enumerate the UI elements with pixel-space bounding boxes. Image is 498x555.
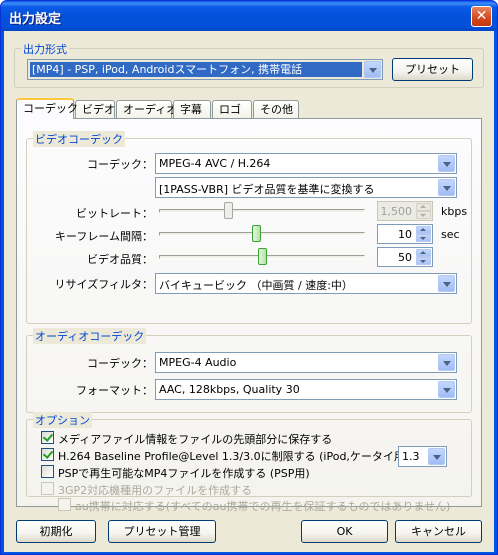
tab-subtitles[interactable]: 字幕 bbox=[173, 100, 211, 118]
chevron-down-icon[interactable] bbox=[364, 61, 381, 78]
audio-codec-select[interactable]: MPEG-4 Audio bbox=[155, 352, 457, 373]
initialize-button[interactable]: 初期化 bbox=[16, 520, 96, 543]
video-codec-label: コーデック： bbox=[87, 158, 153, 171]
dialog-window: 出力設定 ✕ 出力形式 [MP4] - PSP, iPod, Androidスマ… bbox=[0, 0, 498, 555]
audio-codec-group: オーディオコーデック コーデック： MPEG-4 Audio フォーマット： A… bbox=[26, 328, 472, 413]
codec-tab-panel: ビデオコーデック コーデック： MPEG-4 AVC / H.264 [1PAS… bbox=[16, 118, 482, 513]
output-format-value: [MP4] - PSP, iPod, Androidスマートフォン, 携帯電話 bbox=[30, 62, 362, 77]
quality-label: ビデオ品質： bbox=[87, 253, 153, 266]
quality-slider-thumb[interactable] bbox=[257, 248, 267, 265]
keyframe-unit: sec bbox=[441, 228, 460, 241]
video-codec-group: ビデオコーデック コーデック： MPEG-4 AVC / H.264 [1PAS… bbox=[26, 131, 472, 324]
audio-codec-label: コーデック： bbox=[87, 357, 153, 370]
encode-mode-value: [1PASS-VBR] ビデオ品質を基準に変換する bbox=[159, 183, 375, 196]
video-codec-title: ビデオコーデック bbox=[33, 131, 125, 147]
tab-logo[interactable]: ロゴ bbox=[212, 100, 252, 118]
chevron-down-icon[interactable] bbox=[438, 354, 455, 371]
tab-codec[interactable]: コーデック bbox=[16, 98, 78, 119]
resize-filter-select[interactable]: バイキュービック （中画質 / 速度:中） bbox=[155, 273, 457, 294]
close-button[interactable]: ✕ bbox=[471, 6, 492, 27]
cancel-button[interactable]: キャンセル bbox=[395, 520, 482, 543]
video-codec-select[interactable]: MPEG-4 AVC / H.264 bbox=[155, 153, 457, 174]
output-format-title: 出力形式 bbox=[21, 41, 69, 57]
tab-other[interactable]: その他 bbox=[253, 100, 299, 118]
bitrate-spinner[interactable]: 1,500 bbox=[377, 201, 433, 221]
options-title: オプション bbox=[33, 412, 92, 428]
close-icon: ✕ bbox=[475, 8, 488, 24]
video-codec-value: MPEG-4 AVC / H.264 bbox=[159, 157, 271, 170]
bitrate-unit: kbps bbox=[441, 205, 468, 218]
window-title: 出力設定 bbox=[9, 12, 62, 27]
checkbox-checked[interactable] bbox=[41, 431, 54, 444]
checkbox-disabled bbox=[41, 482, 54, 495]
level-value: 1.3 bbox=[402, 450, 420, 463]
bitrate-value: 1,500 bbox=[380, 205, 413, 218]
audio-codec-value: MPEG-4 Audio bbox=[159, 356, 237, 369]
chevron-down-icon[interactable] bbox=[438, 179, 455, 196]
checkbox-checked[interactable] bbox=[41, 448, 54, 461]
preset-button[interactable]: プリセット bbox=[392, 58, 473, 81]
resize-filter-label: リサイズフィルタ： bbox=[54, 278, 153, 291]
bitrate-label: ビットレート： bbox=[76, 207, 153, 220]
dialog-client: 出力形式 [MP4] - PSP, iPod, Androidスマートフォン, … bbox=[4, 31, 494, 552]
spinner-arrows[interactable] bbox=[416, 249, 431, 265]
keyframe-slider-thumb[interactable] bbox=[251, 225, 261, 242]
keyframe-spinner[interactable]: 10 bbox=[377, 224, 433, 244]
keyframe-slider-track bbox=[159, 232, 365, 236]
quality-spinner[interactable]: 50 bbox=[377, 247, 433, 267]
title-bar[interactable]: 出力設定 ✕ bbox=[1, 1, 497, 31]
keyframe-value: 10 bbox=[398, 228, 412, 241]
checkbox-unchecked[interactable] bbox=[41, 465, 54, 478]
tab-video[interactable]: ビデオ bbox=[75, 100, 115, 118]
level-select[interactable]: 1.3 bbox=[398, 446, 447, 467]
audio-codec-title: オーディオコーデック bbox=[33, 328, 147, 344]
chevron-down-icon[interactable] bbox=[428, 448, 445, 465]
audio-format-label: フォーマット： bbox=[76, 384, 153, 397]
chevron-down-icon[interactable] bbox=[438, 275, 455, 292]
chevron-down-icon[interactable] bbox=[438, 155, 455, 172]
encode-mode-select[interactable]: [1PASS-VBR] ビデオ品質を基準に変換する bbox=[155, 177, 457, 198]
bitrate-slider-thumb[interactable] bbox=[224, 202, 233, 219]
audio-format-value: AAC, 128kbps, Quality 30 bbox=[159, 383, 300, 396]
chevron-down-icon[interactable] bbox=[438, 381, 455, 398]
tab-audio[interactable]: オーディオ bbox=[116, 100, 177, 118]
preset-manage-button[interactable]: プリセット管理 bbox=[108, 520, 216, 543]
keyframe-label: キーフレーム間隔： bbox=[54, 230, 153, 243]
bitrate-slider-track bbox=[159, 209, 365, 213]
resize-filter-value: バイキュービック （中画質 / 速度:中） bbox=[159, 279, 353, 292]
ok-button[interactable]: OK bbox=[301, 520, 388, 543]
output-format-group: 出力形式 [MP4] - PSP, iPod, Androidスマートフォン, … bbox=[14, 41, 484, 88]
quality-value: 50 bbox=[398, 251, 412, 264]
checkbox-disabled bbox=[58, 498, 71, 511]
options-group: オプション メディアファイル情報をファイルの先頭部分に保存する H.264 Ba… bbox=[26, 412, 472, 497]
output-format-select[interactable]: [MP4] - PSP, iPod, Androidスマートフォン, 携帯電話 bbox=[27, 59, 383, 80]
spinner-arrows[interactable] bbox=[416, 203, 431, 219]
spinner-arrows[interactable] bbox=[416, 226, 431, 242]
audio-format-select[interactable]: AAC, 128kbps, Quality 30 bbox=[155, 379, 457, 400]
